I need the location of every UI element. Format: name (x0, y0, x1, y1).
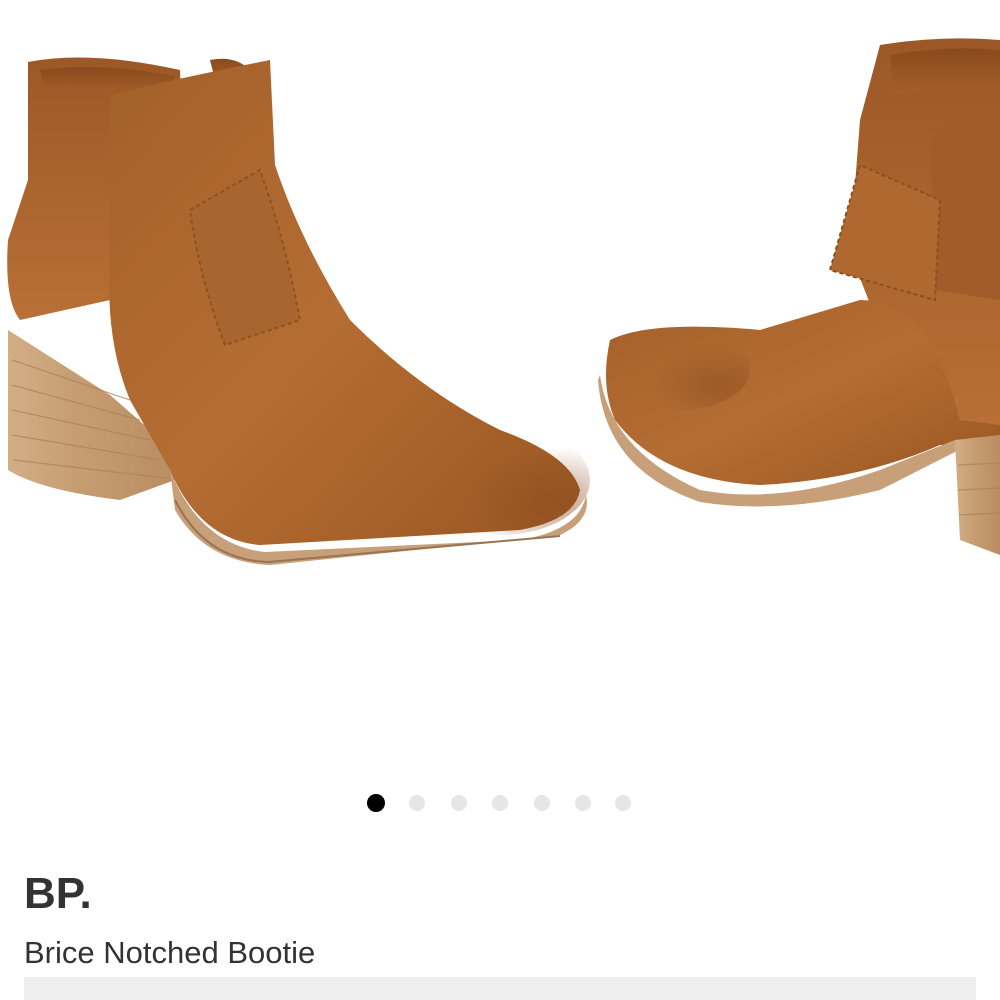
carousel-dot-5[interactable] (534, 795, 550, 811)
product-image-carousel[interactable] (0, 0, 1000, 770)
brand-name[interactable]: BP. (24, 868, 92, 920)
carousel-pagination (0, 794, 1000, 812)
boot-image (7, 38, 1000, 565)
price-section-placeholder (24, 977, 976, 1000)
carousel-dot-4[interactable] (492, 795, 508, 811)
right-boot (598, 38, 1000, 555)
left-boot (7, 57, 590, 565)
carousel-dot-1[interactable] (367, 794, 385, 812)
carousel-dot-3[interactable] (451, 795, 467, 811)
carousel-dot-2[interactable] (409, 795, 425, 811)
product-page: BP. Brice Notched Bootie (0, 0, 1000, 1000)
carousel-dot-6[interactable] (575, 795, 591, 811)
carousel-dot-7[interactable] (615, 795, 631, 811)
product-title: Brice Notched Bootie (24, 935, 316, 970)
